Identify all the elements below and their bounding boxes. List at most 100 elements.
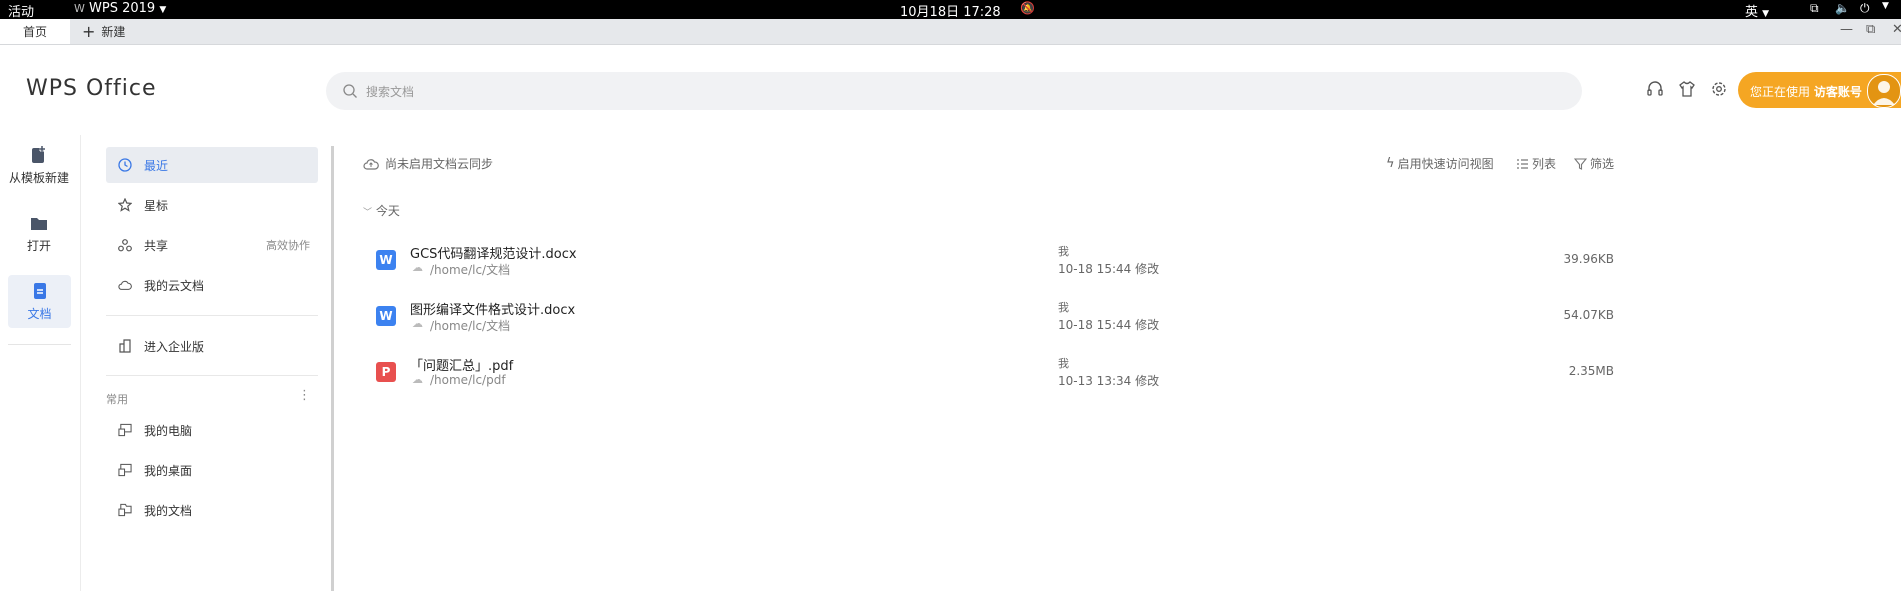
pdf-icon: P xyxy=(376,362,396,382)
guest-account-name: 访客账号 xyxy=(1813,85,1862,99)
nav-item-recent[interactable]: 最近 xyxy=(106,147,318,183)
wps-office-logo: WPS Office xyxy=(26,76,157,101)
file-row[interactable]: W GCS代码翻译规范设计.docx ☁ /home/lc/文档 我 10-18… xyxy=(374,236,1614,290)
file-name: 「问题汇总」.pdf xyxy=(410,359,514,374)
nav-item-enterprise[interactable]: 进入企业版 xyxy=(106,328,318,364)
rail-divider xyxy=(8,344,71,345)
file-owner: 我 xyxy=(1058,245,1069,258)
new-document-plus-icon xyxy=(32,146,45,163)
system-top-bar: 活动 W WPS 2019 ▼ 10月18日 17:28 🔕 英 ▼ ⧉ 🔈 ⏻… xyxy=(0,0,1901,20)
quick-access-view-button[interactable]: ϟ 启用快速访问视图 xyxy=(1386,155,1494,172)
collaboration-link[interactable]: 高效协作 xyxy=(266,237,310,253)
word-doc-icon: W xyxy=(376,306,396,326)
guest-prefix: 您正在使用 xyxy=(1750,85,1811,99)
file-row[interactable]: W 图形编译文件格式设计.docx ☁ /home/lc/文档 我 10-18 … xyxy=(374,292,1614,346)
common-section-label: 常用 xyxy=(106,393,128,406)
file-owner: 我 xyxy=(1058,357,1069,370)
group-header-today[interactable]: ﹀ 今天 xyxy=(363,202,400,219)
rail-open-label: 打开 xyxy=(26,239,51,253)
close-icon[interactable]: ✕ xyxy=(1892,22,1901,37)
clock[interactable]: 10月18日 17:28 xyxy=(900,1,1001,20)
file-path: /home/lc/pdf xyxy=(430,373,506,387)
restore-icon[interactable]: ⧉ xyxy=(1866,22,1875,37)
list-icon xyxy=(1517,158,1528,169)
chevron-down-icon: ▼ xyxy=(159,5,167,15)
chevron-down-icon[interactable]: ▼ xyxy=(1882,1,1889,11)
power-icon[interactable]: ⏻ xyxy=(1860,1,1870,16)
cloud-status-icon: ☁ xyxy=(412,317,423,330)
nav-item-label: 最近 xyxy=(144,158,169,173)
cloud-icon xyxy=(118,278,132,292)
more-options-icon[interactable]: ⋮ xyxy=(298,388,311,403)
cloud-status-icon: ☁ xyxy=(412,373,423,386)
rail-new-from-template[interactable]: 从模板新建 xyxy=(0,143,78,193)
file-modified-time: 10-18 15:44 修改 xyxy=(1058,262,1160,276)
nav-item-label: 我的文档 xyxy=(144,503,193,518)
nav-item-cloud-docs[interactable]: 我的云文档 xyxy=(106,267,318,303)
new-tab-button[interactable]: + 新建 xyxy=(82,19,125,44)
app-menu-label: WPS 2019 xyxy=(89,1,156,16)
new-tab-label: 新建 xyxy=(101,25,126,39)
skin-shirt-icon[interactable] xyxy=(1678,80,1696,98)
chevron-down-icon: ﹀ xyxy=(363,208,373,218)
quick-access-view-label: 启用快速访问视图 xyxy=(1397,157,1494,171)
file-modified-time: 10-13 13:34 修改 xyxy=(1058,374,1160,388)
nav-item-my-desktop[interactable]: 我的桌面 xyxy=(106,452,318,488)
panel-scrollbar[interactable] xyxy=(331,146,334,591)
nav-item-my-documents[interactable]: 我的文档 xyxy=(106,492,318,528)
app-menu[interactable]: W WPS 2019 ▼ xyxy=(74,1,166,16)
word-doc-icon: W xyxy=(376,250,396,270)
filter-button[interactable]: 筛选 xyxy=(1574,155,1614,172)
nav-divider xyxy=(106,375,318,376)
clock-icon xyxy=(118,158,132,172)
tab-bar: 首页 + 新建 — ⧉ ✕ xyxy=(0,19,1901,45)
document-icon xyxy=(33,283,46,299)
user-avatar-icon xyxy=(1873,81,1895,105)
desktop-icon xyxy=(118,463,132,477)
nav-item-label: 星标 xyxy=(144,198,169,213)
wps-app-icon: W xyxy=(74,2,85,15)
file-size: 54.07KB xyxy=(1563,308,1614,322)
rail-open[interactable]: 打开 xyxy=(0,211,78,261)
rail-new-from-template-label: 从模板新建 xyxy=(8,171,69,185)
chevron-down-icon: ▼ xyxy=(1762,9,1770,19)
guest-account-text: 您正在使用 访客账号 xyxy=(1750,83,1862,100)
nav-item-starred[interactable]: 星标 xyxy=(106,187,318,223)
filter-icon xyxy=(1574,157,1587,170)
tab-home-label: 首页 xyxy=(22,25,47,39)
guest-account-button[interactable]: 您正在使用 访客账号 xyxy=(1738,72,1901,108)
cloud-sync-notice[interactable]: 尚未启用文档云同步 xyxy=(363,155,493,172)
share-icon xyxy=(118,238,132,252)
nav-divider xyxy=(106,315,318,316)
activities-button[interactable]: 活动 xyxy=(8,1,34,20)
filter-label: 筛选 xyxy=(1590,157,1615,171)
lightning-icon: ϟ xyxy=(1386,156,1395,171)
cloud-status-icon: ☁ xyxy=(412,261,423,274)
tab-home[interactable]: 首页 xyxy=(0,19,70,44)
file-name: 图形编译文件格式设计.docx xyxy=(410,303,576,318)
nav-item-label: 共享 xyxy=(144,238,169,253)
nav-item-my-computer[interactable]: 我的电脑 xyxy=(106,412,318,448)
rail-border xyxy=(80,135,81,591)
minimize-icon[interactable]: — xyxy=(1840,22,1853,37)
file-row[interactable]: P 「问题汇总」.pdf ☁ /home/lc/pdf 我 10-13 13:3… xyxy=(374,348,1614,402)
notifications-off-icon: 🔕 xyxy=(1020,1,1035,15)
nav-item-label: 我的云文档 xyxy=(144,278,205,293)
volume-icon[interactable]: 🔈 xyxy=(1835,1,1850,15)
nav-item-label: 我的电脑 xyxy=(144,423,193,438)
input-method-indicator[interactable]: 英 ▼ xyxy=(1745,1,1769,20)
settings-gear-icon[interactable] xyxy=(1710,80,1728,98)
file-owner: 我 xyxy=(1058,301,1069,314)
network-icon[interactable]: ⧉ xyxy=(1810,1,1819,16)
file-modified-time: 10-18 15:44 修改 xyxy=(1058,318,1160,332)
search-icon xyxy=(343,84,357,98)
folder-open-icon xyxy=(31,218,47,230)
star-icon xyxy=(118,198,132,212)
nav-item-shared[interactable]: 共享 高效协作 xyxy=(106,227,318,263)
building-icon xyxy=(118,339,132,353)
avatar xyxy=(1867,74,1901,108)
headset-icon[interactable] xyxy=(1646,80,1664,98)
rail-documents[interactable]: 文档 xyxy=(8,275,71,328)
list-view-button[interactable]: 列表 xyxy=(1516,155,1556,172)
search-bar[interactable]: 搜索文档 xyxy=(326,72,1582,110)
